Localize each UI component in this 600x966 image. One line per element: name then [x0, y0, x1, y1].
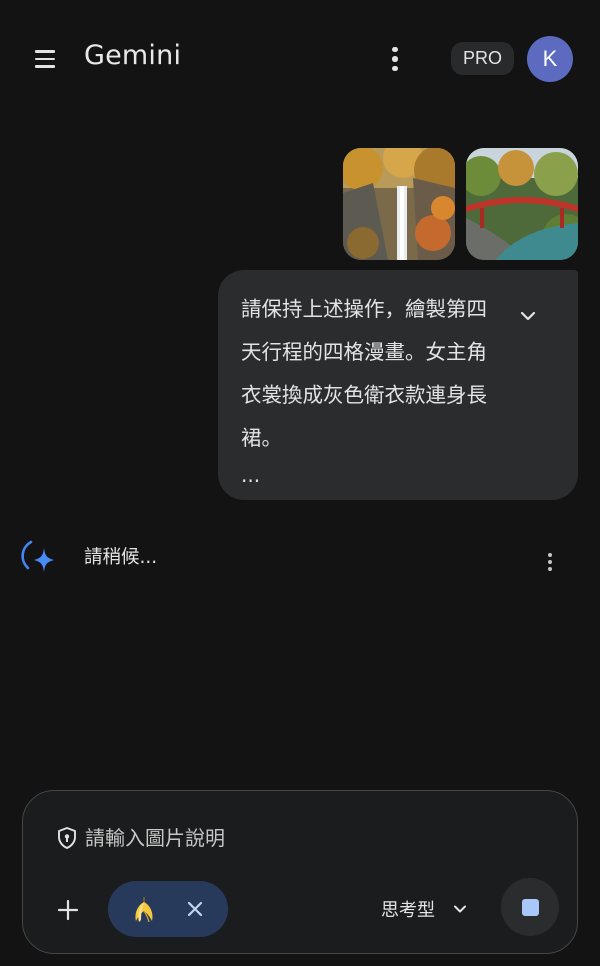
waterfall-photo-thumbnail	[343, 148, 455, 260]
account-avatar[interactable]: K	[527, 36, 573, 82]
attachment-thumbnail-waterfall[interactable]	[343, 148, 455, 260]
model-mode-selector[interactable]: 思考型	[381, 894, 481, 924]
image-tool-chip[interactable]	[108, 881, 228, 937]
model-response-row: 請稍候...	[0, 530, 600, 580]
message-truncation-ellipsis: ...	[241, 463, 261, 487]
chevron-down-icon[interactable]	[516, 304, 540, 328]
mode-label: 思考型	[381, 900, 435, 921]
pro-plan-badge[interactable]: PRO	[451, 42, 514, 75]
app-title: Gemini	[84, 40, 182, 71]
top-app-bar: Gemini PRO K	[0, 0, 600, 118]
gemini-sparkle-loading-icon	[21, 540, 54, 572]
attachment-thumbnail-bridge[interactable]	[466, 148, 578, 260]
shield-icon	[58, 827, 76, 849]
more-options-button[interactable]	[380, 40, 410, 78]
stop-generation-button[interactable]	[501, 878, 559, 936]
stop-icon	[521, 898, 539, 916]
chevron-down-icon	[454, 905, 466, 913]
response-status-text: 請稍候...	[84, 547, 158, 568]
banana-icon	[135, 897, 153, 923]
more-vertical-icon[interactable]	[544, 552, 556, 572]
hamburger-menu-icon[interactable]	[26, 40, 64, 78]
more-vertical-icon	[392, 46, 398, 53]
user-message-bubble: 請保持上述操作，繪製第四天行程的四格漫畫。女主角衣裳換成灰色衛衣款連身長裙。 .…	[218, 270, 578, 500]
close-icon[interactable]	[185, 899, 205, 919]
plus-icon[interactable]	[56, 898, 80, 922]
prompt-composer: 思考型	[22, 790, 578, 954]
user-message-text: 請保持上述操作，繪製第四天行程的四格漫畫。女主角衣裳換成灰色衛衣款連身長裙。	[241, 297, 487, 450]
prompt-input[interactable]	[85, 823, 525, 853]
red-bridge-photo-thumbnail	[466, 148, 578, 260]
